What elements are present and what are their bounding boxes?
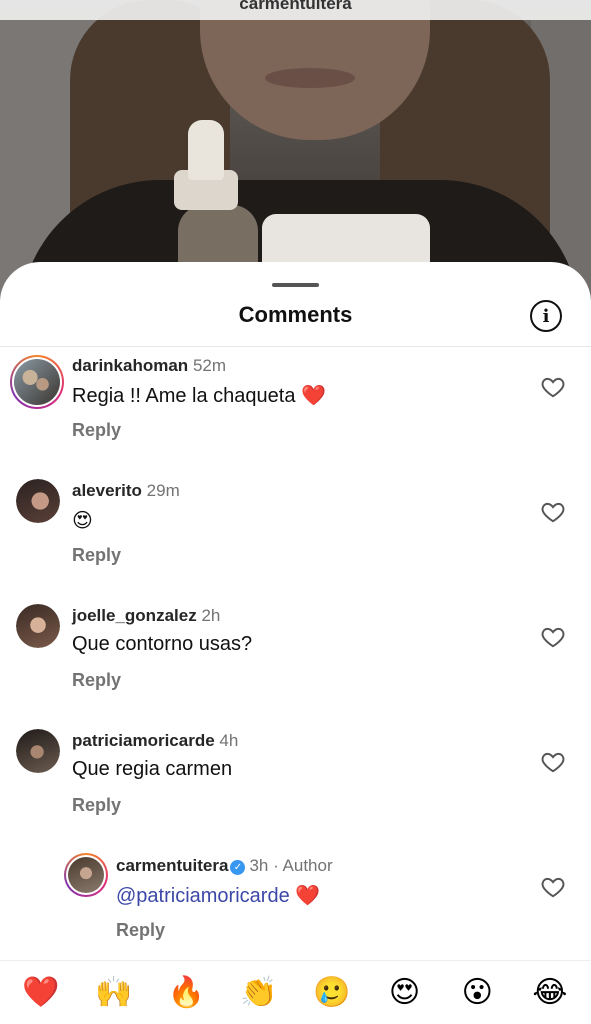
- reaction-tear-smile-icon[interactable]: 🥲: [313, 975, 351, 1010]
- sheet-drag-handle[interactable]: [272, 283, 319, 287]
- comment-text: Que contorno usas?: [72, 633, 253, 655]
- like-heart-icon[interactable]: [540, 374, 566, 400]
- quick-reaction-bar: ❤️ 🙌 🔥 👏 🥲 😍 😮 😂: [0, 960, 591, 1024]
- reaction-heart-icon[interactable]: ❤️: [22, 975, 60, 1010]
- avatar-image: [16, 604, 60, 648]
- reply-button[interactable]: Reply: [72, 670, 121, 691]
- like-heart-icon[interactable]: [540, 874, 566, 900]
- comment-time: 52m: [192, 356, 227, 375]
- sheet-divider: [0, 346, 591, 347]
- username-text[interactable]: joelle_gonzalez: [72, 606, 197, 625]
- comment-time: 29m: [146, 481, 180, 500]
- comment-text: Regia !! Ame la chaqueta ❤️: [72, 385, 326, 407]
- meta-separator: ·: [268, 856, 283, 875]
- reaction-surprised-icon[interactable]: 😮: [458, 975, 496, 1010]
- reaction-heart-eyes-icon[interactable]: 😍: [386, 975, 424, 1010]
- reply-button[interactable]: Reply: [72, 420, 121, 441]
- avatar[interactable]: [16, 479, 60, 523]
- avatar-image: [16, 479, 60, 523]
- reaction-fire-icon[interactable]: 🔥: [167, 975, 205, 1010]
- username-text[interactable]: aleverito: [72, 481, 142, 500]
- username-text[interactable]: darinkahoman: [72, 356, 188, 375]
- info-icon[interactable]: i: [530, 300, 562, 332]
- author-label: Author: [282, 856, 333, 875]
- reaction-laugh-icon[interactable]: 😂: [531, 975, 569, 1010]
- comment-item: darinkahoman 52m Regia !! Ame la chaquet…: [0, 348, 591, 458]
- like-heart-icon[interactable]: [540, 749, 566, 775]
- video-background: carmentuitera: [0, 0, 591, 300]
- comment-username[interactable]: patriciamoricarde 4h: [72, 731, 238, 751]
- verified-badge-icon: ✓: [230, 860, 246, 875]
- username-text[interactable]: patriciamoricarde: [72, 731, 215, 750]
- reply-button[interactable]: Reply: [116, 920, 165, 941]
- comment-time: 4h: [219, 731, 239, 750]
- mention-link[interactable]: @patriciamoricarde: [116, 885, 290, 907]
- avatar[interactable]: [10, 355, 64, 409]
- comment-emoji: ❤️: [295, 885, 321, 907]
- comment-item: joelle_gonzalez 2h Que contorno usas? Re…: [0, 598, 591, 708]
- reply-button[interactable]: Reply: [72, 795, 121, 816]
- avatar-image: [68, 857, 104, 893]
- comment-time: 3h: [249, 856, 269, 875]
- avatar-image: [14, 359, 60, 405]
- like-heart-icon[interactable]: [540, 499, 566, 525]
- comment-text: Que regia carmen: [72, 758, 233, 780]
- avatar[interactable]: [16, 604, 60, 648]
- video-bottle-cap: [188, 120, 224, 180]
- sheet-title: Comments: [238, 302, 353, 327]
- comment-username[interactable]: joelle_gonzalez 2h: [72, 606, 220, 626]
- comment-time: 2h: [201, 606, 221, 625]
- comment-username[interactable]: darinkahoman 52m: [72, 356, 226, 376]
- avatar[interactable]: [16, 729, 60, 773]
- comment-username[interactable]: aleverito 29m: [72, 481, 180, 501]
- avatar-image: [16, 729, 60, 773]
- comment-text: 😍: [72, 510, 93, 532]
- reply-comment-item: carmentuitera ✓ 3h · Author @patriciamoric…: [0, 848, 591, 958]
- comment-item: patriciamoricarde 4h Que regia carmen Re…: [0, 723, 591, 833]
- username-text[interactable]: carmentuitera: [116, 856, 228, 875]
- reaction-clap-icon[interactable]: 👏: [240, 975, 278, 1010]
- reply-button[interactable]: Reply: [72, 545, 121, 566]
- comment-item: aleverito 29m 😍 Reply: [0, 473, 591, 583]
- reaction-raised-hands-icon[interactable]: 🙌: [95, 975, 133, 1010]
- like-heart-icon[interactable]: [540, 624, 566, 650]
- comment-text: @patriciamoricarde ❤️: [116, 883, 320, 908]
- video-owner-name: carmentuitera: [239, 0, 352, 13]
- comment-username[interactable]: carmentuitera ✓ 3h · Author: [116, 856, 333, 876]
- video-lips: [265, 68, 355, 88]
- avatar[interactable]: [64, 853, 108, 897]
